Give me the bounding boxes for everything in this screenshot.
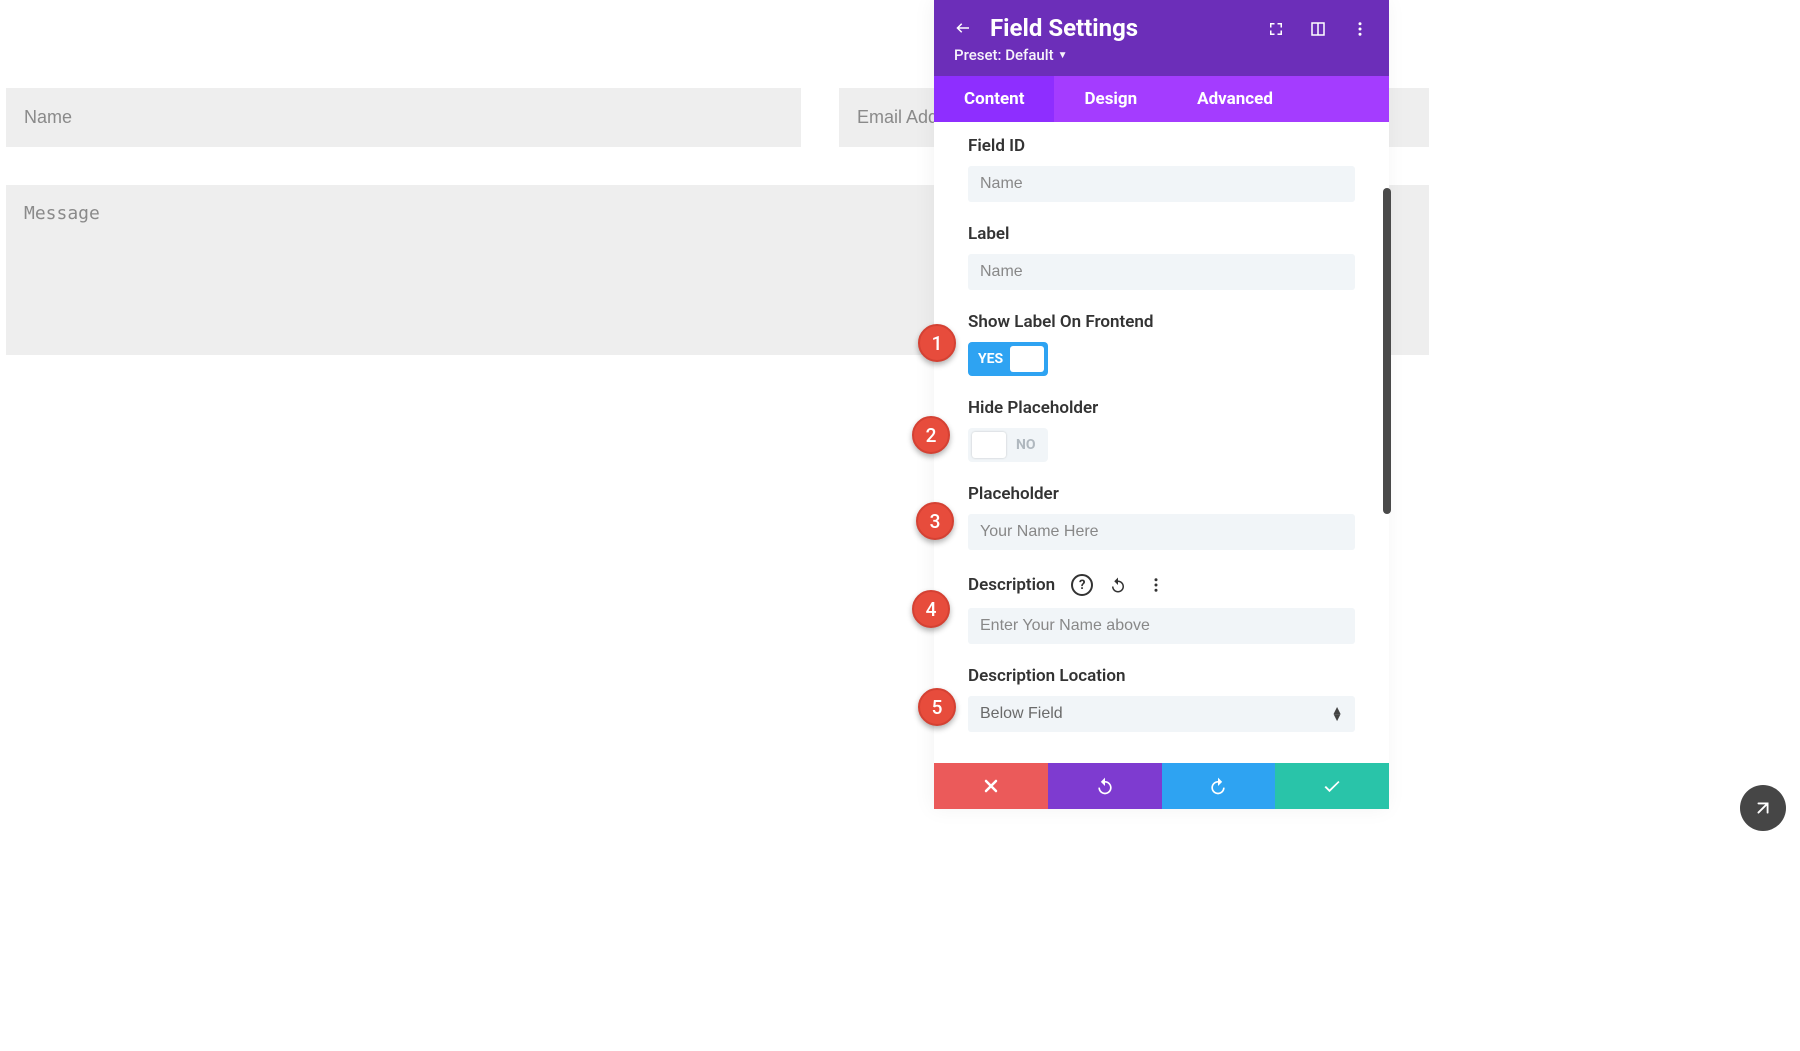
field-id-label: Field ID (968, 136, 1355, 156)
show-label-toggle[interactable]: YES (968, 342, 1048, 376)
tab-advanced[interactable]: Advanced (1167, 76, 1303, 122)
expand-panel-button[interactable] (1740, 785, 1786, 831)
show-label-label: Show Label On Frontend (968, 312, 1355, 332)
expand-icon[interactable] (1267, 20, 1285, 38)
label-label: Label (968, 224, 1355, 244)
annotation-bubble-1: 1 (918, 324, 956, 362)
preset-label: Preset: Default (954, 46, 1054, 64)
columns-icon[interactable] (1309, 20, 1327, 38)
description-label-text: Description (968, 575, 1055, 595)
name-field[interactable] (6, 88, 801, 147)
cancel-button[interactable] (934, 763, 1048, 809)
back-icon[interactable] (954, 19, 972, 37)
annotation-bubble-5: 5 (918, 688, 956, 726)
description-input[interactable] (968, 608, 1355, 644)
annotation-bubble-2: 2 (912, 416, 950, 454)
more-vertical-icon[interactable] (1351, 20, 1369, 38)
annotation-bubble-4: 4 (912, 590, 950, 628)
description-label: Description ? (968, 572, 1355, 598)
reset-icon[interactable] (1105, 572, 1131, 598)
save-button[interactable] (1275, 763, 1389, 809)
toggle-yes-text: YES (978, 351, 1003, 367)
undo-button[interactable] (1048, 763, 1162, 809)
scrollbar[interactable] (1383, 188, 1391, 514)
hide-placeholder-toggle[interactable]: NO (968, 428, 1048, 462)
placeholder-input[interactable] (968, 514, 1355, 550)
placeholder-label: Placeholder (968, 484, 1355, 504)
redo-button[interactable] (1162, 763, 1276, 809)
help-icon[interactable]: ? (1071, 574, 1093, 596)
panel-body: Field ID Label Show Label On Frontend YE… (934, 122, 1389, 763)
preset-dropdown[interactable]: Preset: Default ▼ (954, 46, 1138, 64)
more-icon[interactable] (1143, 572, 1169, 598)
panel-footer (934, 763, 1389, 809)
chevron-down-icon: ▼ (1058, 50, 1068, 61)
toggle-no-text: NO (1016, 437, 1036, 453)
field-id-input[interactable] (968, 166, 1355, 202)
panel-tabs: Content Design Advanced (934, 76, 1389, 122)
desc-location-select[interactable] (968, 696, 1355, 732)
panel-title: Field Settings (990, 14, 1138, 42)
tab-content[interactable]: Content (934, 76, 1054, 122)
panel-header: Field Settings Preset: Default ▼ (934, 0, 1389, 76)
annotation-bubble-3: 3 (916, 502, 954, 540)
tab-design[interactable]: Design (1054, 76, 1167, 122)
label-input[interactable] (968, 254, 1355, 290)
desc-location-label: Description Location (968, 666, 1355, 686)
hide-placeholder-label: Hide Placeholder (968, 398, 1355, 418)
settings-panel: Field Settings Preset: Default ▼ Content… (934, 0, 1389, 809)
